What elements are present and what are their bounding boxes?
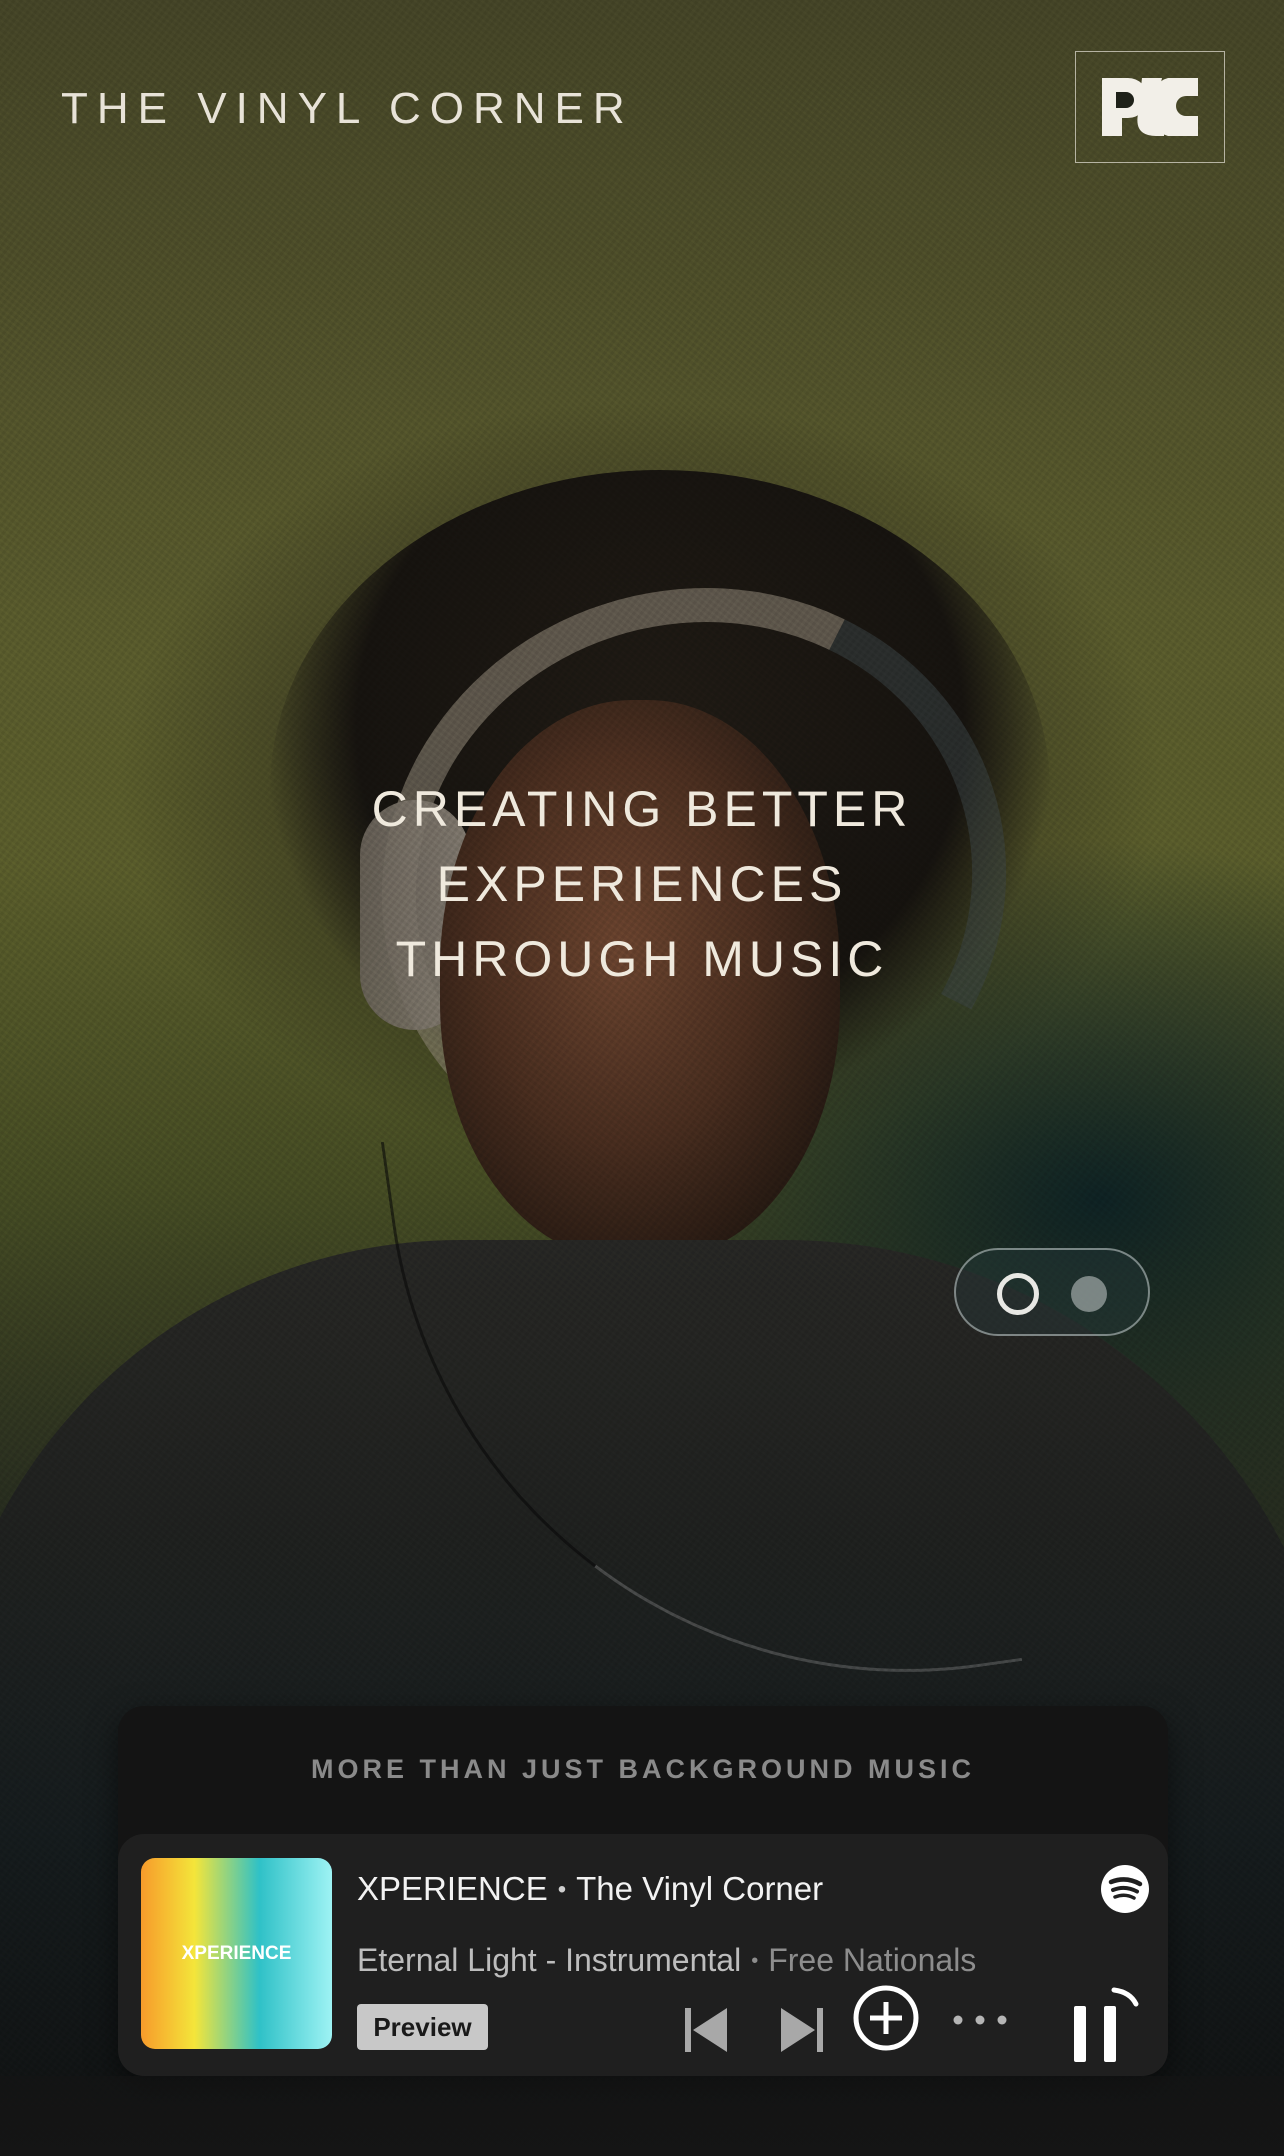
spotify-embed-player: XPERIENCE XPERIENCE • The Vinyl Corner Ete… bbox=[118, 1834, 1168, 2076]
separator-dot: • bbox=[751, 1950, 759, 1972]
spotify-icon[interactable] bbox=[1100, 1864, 1150, 1914]
headline-line-3: THROUGH MUSIC bbox=[395, 931, 889, 987]
skip-next-icon bbox=[781, 2008, 823, 2052]
music-player-card: MORE THAN JUST BACKGROUND MUSIC XPERIENC… bbox=[118, 1706, 1168, 2076]
page: THE VINYL CORNER CREATING BETTER EXPERIE… bbox=[0, 0, 1284, 2156]
playlist-title[interactable]: XPERIENCE bbox=[357, 1870, 548, 1907]
skip-previous-icon bbox=[685, 2008, 727, 2052]
track-info: Eternal Light - Instrumental • Free Nation… bbox=[357, 1942, 976, 1979]
album-art[interactable]: XPERIENCE bbox=[141, 1858, 332, 2049]
logo-button[interactable] bbox=[1075, 51, 1225, 163]
headline-line-2: EXPERIENCES bbox=[436, 856, 848, 912]
skip-next-button[interactable] bbox=[774, 2000, 830, 2060]
playlist-info: XPERIENCE • The Vinyl Corner bbox=[357, 1870, 823, 1908]
hero-headline: CREATING BETTER EXPERIENCES THROUGH MUSI… bbox=[0, 772, 1284, 997]
pause-icon bbox=[1074, 1987, 1139, 2062]
slide-dot-2[interactable] bbox=[1071, 1276, 1107, 1312]
bottom-fade bbox=[0, 2076, 1284, 2156]
track-title[interactable]: Eternal Light - Instrumental bbox=[357, 1942, 741, 1978]
brand-name[interactable]: THE VINYL CORNER bbox=[61, 84, 634, 134]
headline-line-1: CREATING BETTER bbox=[371, 781, 913, 837]
preview-badge: Preview bbox=[357, 2004, 488, 2050]
spotify-icon bbox=[1101, 1865, 1149, 1913]
vc-monogram-icon bbox=[1102, 78, 1198, 136]
separator-dot: • bbox=[557, 1876, 567, 1903]
more-horizontal-icon bbox=[953, 2015, 1007, 2025]
player-tagline: MORE THAN JUST BACKGROUND MUSIC bbox=[311, 1754, 975, 1784]
slide-dot-1[interactable] bbox=[997, 1273, 1039, 1315]
album-art-label: XPERIENCE bbox=[181, 1942, 292, 1964]
add-to-library-button[interactable] bbox=[850, 1982, 922, 2054]
slider-pagination bbox=[954, 1248, 1150, 1336]
pause-button[interactable] bbox=[1062, 1984, 1142, 2066]
playlist-owner[interactable]: The Vinyl Corner bbox=[576, 1870, 823, 1907]
add-circle-icon bbox=[853, 1985, 919, 2051]
more-options-button[interactable] bbox=[946, 2000, 1014, 2040]
track-artist[interactable]: Free Nationals bbox=[768, 1942, 976, 1978]
skip-previous-button[interactable] bbox=[678, 2000, 734, 2060]
